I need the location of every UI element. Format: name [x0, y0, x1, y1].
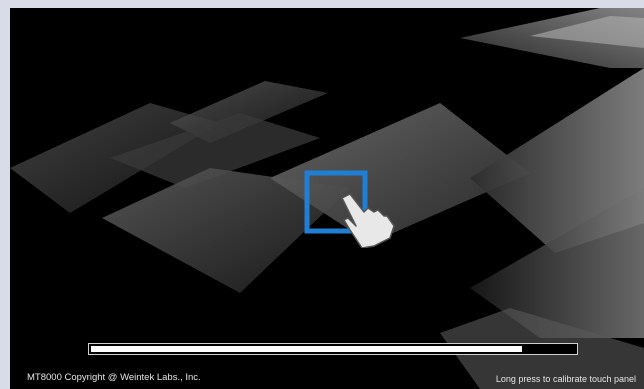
loading-progress-bar — [88, 343, 578, 355]
progress-fill — [91, 346, 522, 352]
splash-screen[interactable]: MT8000 Copyright @ Weintek Labs., Inc. L… — [10, 8, 644, 389]
touch-hand-icon — [304, 170, 395, 248]
device-frame: MT8000 Copyright @ Weintek Labs., Inc. L… — [0, 0, 644, 389]
copyright-text: MT8000 Copyright @ Weintek Labs., Inc. — [27, 372, 201, 383]
calibrate-hint[interactable]: Long press to calibrate touch panel — [496, 374, 636, 384]
